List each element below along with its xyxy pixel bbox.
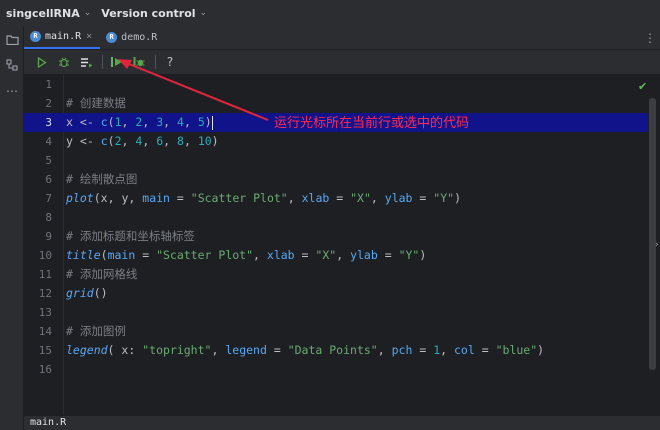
debug-current-line-button[interactable]	[129, 53, 149, 71]
tab-main-r[interactable]: R main.R ×	[24, 26, 101, 49]
run-current-line-button[interactable]	[107, 53, 127, 71]
run-line-icon	[115, 58, 122, 66]
code-line: # 添加标题和坐标轴标签	[66, 229, 195, 243]
toolbar-separator	[102, 55, 103, 69]
code-line: # 创建数据	[66, 96, 126, 110]
tab-options-icon[interactable]: ⋮	[640, 26, 660, 49]
play-icon	[37, 56, 47, 68]
close-icon[interactable]: ×	[86, 31, 92, 42]
line-number: 16	[38, 363, 52, 376]
line-number: 10	[38, 249, 52, 262]
code-line: grid()	[66, 286, 108, 300]
line-number: 12	[38, 287, 52, 300]
toolbar-separator	[155, 55, 156, 69]
r-file-icon: R	[106, 32, 118, 43]
code-line: # 添加网格线	[66, 267, 138, 281]
title-bar: singcellRNA ⌄ Version control ⌄	[0, 0, 660, 26]
annotation-label: 运行光标所在当前行或选中的代码	[274, 116, 470, 131]
chevron-right-icon[interactable]: ›	[655, 240, 659, 250]
line-number: 4	[45, 135, 52, 148]
text-cursor	[211, 115, 213, 130]
line-number: 13	[38, 306, 52, 319]
code-line: y <- c(2, 4, 6, 8, 10)	[66, 134, 219, 148]
r-file-icon: R	[30, 31, 41, 42]
bug-icon	[59, 57, 69, 68]
version-control-label: Version control	[101, 6, 196, 20]
project-selector[interactable]: singcellRNA ⌄	[6, 7, 91, 20]
code-line-current: x <- c(1, 2, 3, 4, 5)	[66, 115, 213, 130]
tab-label: main.R	[45, 31, 82, 42]
line-number: 15	[38, 344, 52, 357]
code-line: # 绘制散点图	[66, 172, 138, 186]
line-number: 14	[38, 325, 52, 338]
line-number: 8	[45, 211, 52, 224]
line-number-current: 3	[45, 116, 52, 129]
code-line: legend( x: "topright", legend = "Data Po…	[66, 343, 545, 357]
line-number: 9	[45, 230, 52, 243]
debug-line-icon	[133, 57, 145, 67]
line-number: 6	[45, 173, 52, 186]
line-number: 7	[45, 192, 52, 205]
line-number: 11	[38, 268, 52, 281]
project-name: singcellRNA	[6, 6, 80, 20]
check-icon: ✔	[638, 80, 648, 93]
version-control-menu[interactable]: Version control ⌄	[101, 7, 207, 20]
editor-scrollbar-thumb[interactable]	[649, 98, 656, 370]
code-line: plot(x, y, main = "Scatter Plot", xlab =…	[66, 191, 461, 205]
status-bar: main.R	[24, 415, 660, 430]
editor-tab-bar: R main.R × R demo.R ⋮	[24, 26, 660, 50]
chevron-down-icon: ⌄	[199, 8, 208, 18]
more-icon[interactable]: ⋯	[0, 78, 24, 104]
tab-demo-r[interactable]: R demo.R	[100, 26, 165, 49]
folder-icon[interactable]	[0, 26, 24, 52]
run-file-button[interactable]	[32, 53, 52, 71]
line-number: 5	[45, 154, 52, 167]
code-line: title(main = "Scatter Plot", xlab = "X",…	[66, 248, 427, 262]
left-tool-strip: ⋯	[0, 26, 24, 430]
tab-label: demo.R	[121, 32, 158, 43]
help-button[interactable]: ?	[160, 53, 180, 71]
editor-toolbar: ?	[24, 50, 660, 75]
structure-icon[interactable]	[0, 52, 24, 78]
code-line: # 添加图例	[66, 324, 126, 338]
line-number: 2	[45, 97, 52, 110]
line-number: 1	[45, 78, 52, 91]
debug-button[interactable]	[54, 53, 74, 71]
run-selection-list-button[interactable]	[76, 53, 96, 71]
chevron-down-icon: ⌄	[83, 8, 92, 18]
status-file-name: main.R	[30, 417, 67, 428]
list-run-icon	[80, 57, 92, 67]
